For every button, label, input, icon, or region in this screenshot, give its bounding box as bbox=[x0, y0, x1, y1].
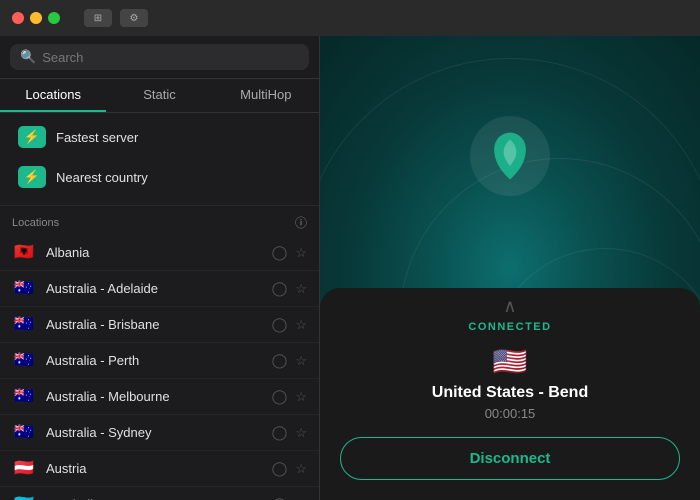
location-list[interactable]: 🇦🇱 Albania ◯ ☆ 🇦🇺 Australia - Adelaide ◯… bbox=[0, 235, 319, 500]
location-actions: ◯ ☆ bbox=[272, 424, 307, 441]
tab-locations[interactable]: Locations bbox=[0, 79, 106, 112]
settings-icon[interactable]: ⚙ bbox=[120, 9, 148, 27]
search-icon: 🔍 bbox=[20, 49, 36, 65]
nearest-country-label: Nearest country bbox=[56, 170, 148, 185]
flag-icon: 🇦🇹 bbox=[12, 461, 36, 477]
star-icon[interactable]: ☆ bbox=[295, 353, 307, 369]
list-item[interactable]: 🇦🇺 Australia - Sydney ◯ ☆ bbox=[0, 415, 319, 451]
close-button[interactable] bbox=[12, 12, 24, 24]
fastest-server-button[interactable]: ⚡ Fastest server bbox=[8, 119, 311, 155]
location-actions: ◯ ☆ bbox=[272, 496, 307, 500]
load-icon: ◯ bbox=[272, 244, 288, 261]
load-icon: ◯ bbox=[272, 316, 288, 333]
load-icon: ◯ bbox=[272, 280, 288, 297]
star-icon[interactable]: ☆ bbox=[295, 245, 307, 261]
disconnect-button[interactable]: Disconnect bbox=[340, 437, 680, 480]
location-actions: ◯ ☆ bbox=[272, 388, 307, 405]
tab-multihop[interactable]: MultiHop bbox=[213, 79, 319, 112]
main-container: 🔍 Locations Static MultiHop ⚡ Fastest se… bbox=[0, 36, 700, 500]
flag-icon: 🇦🇺 bbox=[12, 281, 36, 297]
title-bar-controls: ⊞ ⚙ bbox=[84, 9, 148, 27]
location-name: Austria bbox=[46, 461, 262, 476]
location-name: Australia - Perth bbox=[46, 353, 262, 368]
list-item[interactable]: 🇦🇺 Australia - Perth ◯ ☆ bbox=[0, 343, 319, 379]
connected-time: 00:00:15 bbox=[340, 406, 680, 421]
location-actions: ◯ ☆ bbox=[272, 280, 307, 297]
logo-container bbox=[470, 116, 550, 196]
load-icon: ◯ bbox=[272, 460, 288, 477]
location-name: Australia - Adelaide bbox=[46, 281, 262, 296]
connected-flag: 🇺🇸 bbox=[340, 345, 680, 378]
section-title: Locations bbox=[12, 217, 59, 229]
star-icon[interactable]: ☆ bbox=[295, 425, 307, 441]
nearest-country-button[interactable]: ⚡ Nearest country bbox=[8, 159, 311, 195]
list-item[interactable]: 🇦🇺 Australia - Adelaide ◯ ☆ bbox=[0, 271, 319, 307]
flag-icon: 🇦🇱 bbox=[12, 245, 36, 261]
flag-icon: 🇦🇺 bbox=[12, 425, 36, 441]
location-actions: ◯ ☆ bbox=[272, 460, 307, 477]
right-panel: ∧ CONNECTED 🇺🇸 United States - Bend 00:0… bbox=[320, 36, 700, 500]
location-actions: ◯ ☆ bbox=[272, 244, 307, 261]
list-item[interactable]: 🇦🇺 Australia - Melbourne ◯ ☆ bbox=[0, 379, 319, 415]
search-input[interactable] bbox=[42, 50, 299, 65]
location-name: Albania bbox=[46, 245, 262, 260]
search-bar: 🔍 bbox=[0, 36, 319, 79]
list-item[interactable]: 🇦🇱 Albania ◯ ☆ bbox=[0, 235, 319, 271]
sidebar: 🔍 Locations Static MultiHop ⚡ Fastest se… bbox=[0, 36, 320, 500]
tabs-bar: Locations Static MultiHop bbox=[0, 79, 319, 113]
load-icon: ◯ bbox=[272, 352, 288, 369]
fastest-server-icon: ⚡ bbox=[18, 126, 46, 148]
load-icon: ◯ bbox=[272, 388, 288, 405]
chevron-icon[interactable]: ∧ bbox=[340, 288, 680, 321]
title-bar: ⊞ ⚙ bbox=[0, 0, 700, 36]
star-icon[interactable]: ☆ bbox=[295, 317, 307, 333]
star-icon[interactable]: ☆ bbox=[295, 389, 307, 405]
flag-icon: 🇦🇺 bbox=[12, 389, 36, 405]
tab-static[interactable]: Static bbox=[106, 79, 212, 112]
maximize-button[interactable] bbox=[48, 12, 60, 24]
connected-panel: ∧ CONNECTED 🇺🇸 United States - Bend 00:0… bbox=[320, 288, 700, 500]
section-header: Locations ⓘ bbox=[0, 206, 319, 235]
load-icon: ◯ bbox=[272, 424, 288, 441]
list-item[interactable]: 🇦🇹 Austria ◯ ☆ bbox=[0, 451, 319, 487]
traffic-lights bbox=[12, 12, 60, 24]
search-wrap[interactable]: 🔍 bbox=[10, 44, 309, 70]
minimize-button[interactable] bbox=[30, 12, 42, 24]
flag-icon: 🇦🇺 bbox=[12, 353, 36, 369]
location-actions: ◯ ☆ bbox=[272, 316, 307, 333]
fastest-server-label: Fastest server bbox=[56, 130, 138, 145]
window-icon[interactable]: ⊞ bbox=[84, 9, 112, 27]
list-item[interactable]: 🇦🇿 Azerbaijan ◯ ☆ bbox=[0, 487, 319, 500]
section-info-icon: ⓘ bbox=[295, 214, 307, 231]
list-item[interactable]: 🇦🇺 Australia - Brisbane ◯ ☆ bbox=[0, 307, 319, 343]
connected-label: CONNECTED bbox=[340, 321, 680, 333]
location-name: Australia - Brisbane bbox=[46, 317, 262, 332]
location-name: Australia - Sydney bbox=[46, 425, 262, 440]
surfshark-logo bbox=[485, 131, 535, 181]
location-actions: ◯ ☆ bbox=[272, 352, 307, 369]
load-icon: ◯ bbox=[272, 496, 288, 500]
quick-options: ⚡ Fastest server ⚡ Nearest country bbox=[0, 113, 319, 206]
nearest-country-icon: ⚡ bbox=[18, 166, 46, 188]
star-icon[interactable]: ☆ bbox=[295, 461, 307, 477]
location-name: Australia - Melbourne bbox=[46, 389, 262, 404]
star-icon[interactable]: ☆ bbox=[295, 281, 307, 297]
star-icon[interactable]: ☆ bbox=[295, 497, 307, 500]
logo-background bbox=[470, 116, 550, 196]
flag-icon: 🇦🇿 bbox=[12, 497, 36, 500]
connected-location: United States - Bend bbox=[340, 384, 680, 402]
flag-icon: 🇦🇺 bbox=[12, 317, 36, 333]
